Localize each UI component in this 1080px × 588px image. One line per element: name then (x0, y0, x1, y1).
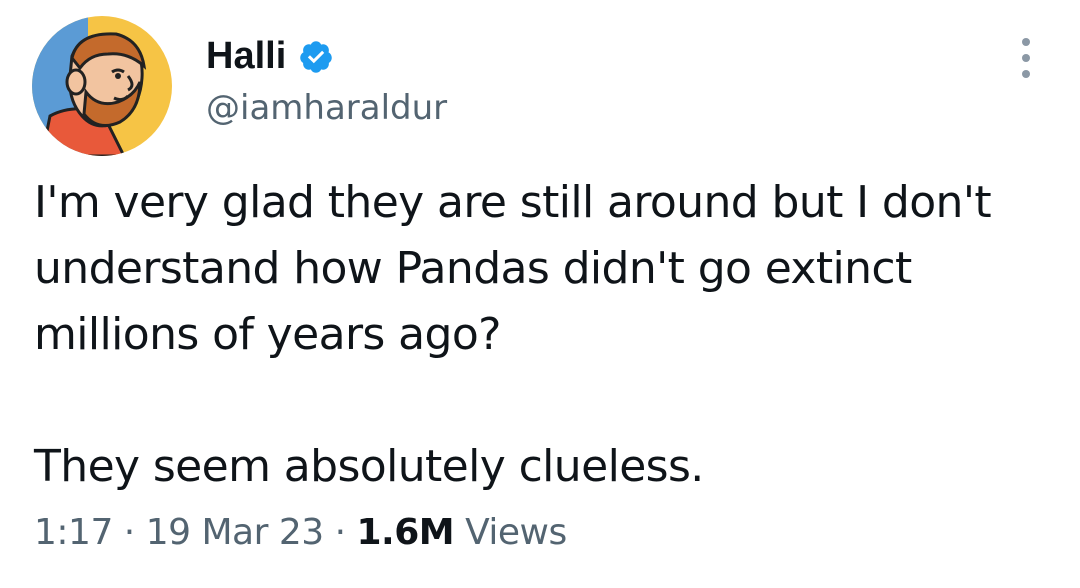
author-name-row: Halli (206, 34, 334, 78)
tweet-time[interactable]: 1:17 (34, 512, 113, 553)
views-label: Views (465, 512, 567, 553)
verified-badge-icon (300, 41, 332, 73)
tweet-meta: 1:17 · 19 Mar 23 · 1.6M Views (34, 508, 567, 558)
meta-separator: · (334, 512, 346, 553)
more-options-dot (1022, 54, 1030, 62)
tweet-date[interactable]: 19 Mar 23 (146, 512, 324, 553)
tweet-card: Halli @iamharaldur I'm very glad they ar… (0, 0, 1080, 588)
more-options-dot (1022, 70, 1030, 78)
tweet-text: I'm very glad they are still around but … (34, 170, 1054, 500)
views-count[interactable]: 1.6M (357, 512, 455, 553)
more-options-button[interactable] (1010, 38, 1042, 78)
tweet-text-line: They seem absolutely clueless. (34, 441, 704, 492)
more-options-icon (1022, 38, 1030, 46)
author-handle[interactable]: @iamharaldur (206, 86, 447, 130)
author-display-name[interactable]: Halli (206, 34, 286, 78)
author-avatar[interactable] (32, 16, 172, 156)
cartoon-avatar-icon (32, 16, 172, 156)
meta-separator: · (123, 512, 135, 553)
tweet-text-line: millions of years ago? (34, 309, 502, 360)
tweet-text-line: understand how Pandas didn't go extinct (34, 243, 912, 294)
tweet-text-line: I'm very glad they are still around but … (34, 177, 992, 228)
